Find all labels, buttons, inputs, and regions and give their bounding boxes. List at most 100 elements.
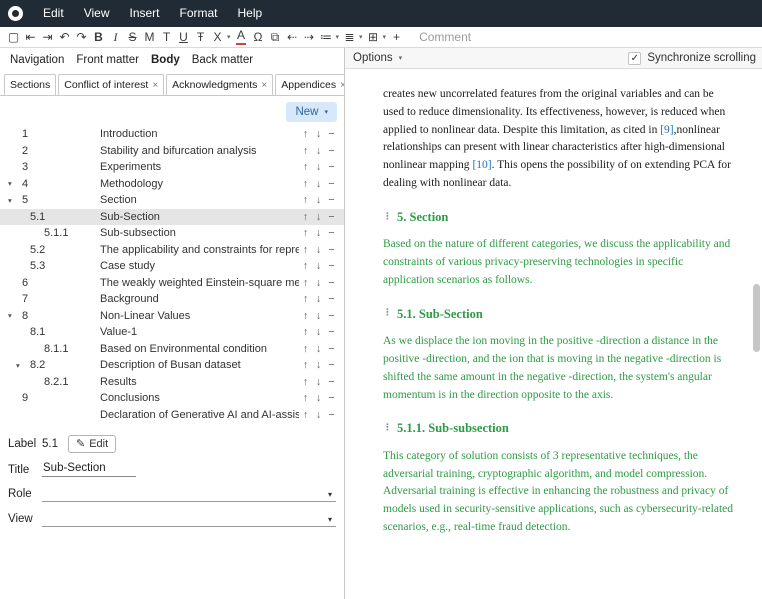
tab-appendices[interactable]: Appendices × (275, 74, 344, 95)
page-outline-icon[interactable]: ▢ (5, 28, 22, 46)
tree-row[interactable]: 8.1.1 Based on Environmental condition ↑… (0, 341, 344, 358)
move-down-icon[interactable]: ↓ (312, 409, 325, 421)
undo-icon[interactable]: ↶ (56, 28, 73, 46)
move-up-icon[interactable]: ↑ (299, 409, 312, 421)
remove-section-icon[interactable]: − (325, 326, 338, 338)
move-down-icon[interactable]: ↓ (312, 293, 325, 305)
move-down-icon[interactable]: ↓ (312, 227, 325, 239)
expand-caret-icon[interactable]: ▾ (8, 196, 22, 205)
role-select[interactable]: ▾ (42, 486, 336, 502)
remove-section-icon[interactable]: − (325, 244, 338, 256)
tree-row[interactable]: 3 Experiments ↑↓− (0, 159, 344, 176)
menu-view[interactable]: View (74, 0, 120, 27)
text-style-icon[interactable]: T (158, 28, 175, 46)
font-color-icon[interactable]: A (236, 29, 246, 44)
move-down-icon[interactable]: ↓ (312, 376, 325, 388)
clear-formatting-icon[interactable]: Ŧ (192, 28, 209, 46)
new-section-button[interactable]: New ▾ (286, 102, 337, 122)
remove-section-icon[interactable]: − (325, 260, 338, 272)
move-down-icon[interactable]: ↓ (312, 194, 325, 206)
move-up-icon[interactable]: ↑ (299, 326, 312, 338)
document-preview[interactable]: creates new uncorrelated features from t… (345, 69, 762, 599)
edit-label-button[interactable]: ✎ Edit (68, 435, 116, 453)
view-select[interactable]: ▾ (42, 511, 336, 527)
move-up-icon[interactable]: ↑ (299, 277, 312, 289)
tab-body[interactable]: Body (145, 53, 186, 67)
remove-section-icon[interactable]: − (325, 310, 338, 322)
remove-section-icon[interactable]: − (325, 227, 338, 239)
case-style-dropdown[interactable]: X ▾ (209, 28, 231, 46)
move-down-icon[interactable]: ↓ (312, 277, 325, 289)
tree-row[interactable]: 5.1.1 Sub-subsection ↑↓− (0, 225, 344, 242)
underline-icon[interactable]: U (175, 28, 192, 46)
move-down-icon[interactable]: ↓ (312, 260, 325, 272)
table-dropdown[interactable]: ⊞ ▾ (365, 28, 387, 46)
move-down-icon[interactable]: ↓ (312, 145, 325, 157)
title-input[interactable]: Sub-Section (42, 462, 136, 477)
move-down-icon[interactable]: ↓ (312, 343, 325, 355)
special-character-icon[interactable]: Ω (250, 28, 267, 46)
link-icon[interactable]: ⧉ (267, 28, 284, 46)
italic-icon[interactable]: I (107, 28, 124, 46)
jump-previous-icon[interactable]: ⇤ (22, 28, 39, 46)
tab-acknowledgments[interactable]: Acknowledgments × (166, 74, 273, 95)
move-up-icon[interactable]: ↑ (299, 392, 312, 404)
menu-help[interactable]: Help (228, 0, 273, 27)
move-down-icon[interactable]: ↓ (312, 326, 325, 338)
remove-section-icon[interactable]: − (325, 178, 338, 190)
remove-section-icon[interactable]: − (325, 376, 338, 388)
citation-link[interactable]: [10] (472, 159, 491, 171)
comment-button[interactable]: Comment (419, 30, 471, 44)
tree-row[interactable]: ▾8.2 Description of Busan dataset ↑↓− (0, 357, 344, 374)
remove-section-icon[interactable]: − (325, 194, 338, 206)
tab-back-matter[interactable]: Back matter (186, 53, 259, 67)
tree-row[interactable]: ▾4 Methodology ↑↓− (0, 176, 344, 193)
move-up-icon[interactable]: ↑ (299, 178, 312, 190)
tab-front-matter[interactable]: Front matter (70, 53, 145, 67)
tree-row[interactable]: 9 Conclusions ↑↓− (0, 390, 344, 407)
close-icon[interactable]: × (261, 80, 267, 91)
drag-handle-icon[interactable]: ⋮ (383, 422, 392, 436)
move-down-icon[interactable]: ↓ (312, 244, 325, 256)
move-down-icon[interactable]: ↓ (312, 211, 325, 223)
remove-section-icon[interactable]: − (325, 161, 338, 173)
crosshair-icon[interactable]: + (388, 28, 405, 46)
scrollbar-thumb[interactable] (753, 284, 760, 352)
move-up-icon[interactable]: ↑ (299, 376, 312, 388)
tree-row[interactable]: 7 Background ↑↓− (0, 291, 344, 308)
tree-row[interactable]: Declaration of Generative AI and AI-assi… (0, 407, 344, 424)
remove-section-icon[interactable]: − (325, 392, 338, 404)
checkbox-checked-icon[interactable]: ✓ (628, 52, 641, 65)
move-up-icon[interactable]: ↑ (299, 359, 312, 371)
move-up-icon[interactable]: ↑ (299, 293, 312, 305)
expand-caret-icon[interactable]: ▾ (8, 311, 22, 320)
move-down-icon[interactable]: ↓ (312, 161, 325, 173)
move-up-icon[interactable]: ↑ (299, 244, 312, 256)
menu-insert[interactable]: Insert (119, 0, 169, 27)
tab-sections[interactable]: Sections (4, 74, 56, 96)
move-up-icon[interactable]: ↑ (299, 161, 312, 173)
tab-navigation[interactable]: Navigation (4, 53, 70, 67)
expand-caret-icon[interactable]: ▾ (8, 179, 22, 188)
numbered-list-dropdown[interactable]: ≣ ▾ (341, 28, 363, 46)
tree-row[interactable]: 5.2 The applicability and constraints fo… (0, 242, 344, 259)
move-up-icon[interactable]: ↑ (299, 128, 312, 140)
move-down-icon[interactable]: ↓ (312, 310, 325, 322)
jump-next-icon[interactable]: ⇥ (39, 28, 56, 46)
tree-row-selected[interactable]: 5.1 Sub-Section ↑↓− (0, 209, 344, 226)
move-up-icon[interactable]: ↑ (299, 260, 312, 272)
close-icon[interactable]: × (340, 80, 344, 91)
mark-icon[interactable]: M (141, 28, 158, 46)
remove-section-icon[interactable]: − (325, 359, 338, 371)
remove-section-icon[interactable]: − (325, 128, 338, 140)
app-logo-icon[interactable] (8, 6, 23, 21)
tree-row[interactable]: 8.2.1 Results ↑↓− (0, 374, 344, 391)
bold-icon[interactable]: B (90, 28, 107, 46)
drag-handle-icon[interactable]: ⋮ (383, 307, 392, 321)
tab-conflict-of-interest[interactable]: Conflict of interest × (58, 74, 164, 95)
redo-icon[interactable]: ↷ (73, 28, 90, 46)
remove-section-icon[interactable]: − (325, 293, 338, 305)
tree-row[interactable]: 2 Stability and bifurcation analysis ↑↓− (0, 143, 344, 160)
move-down-icon[interactable]: ↓ (312, 128, 325, 140)
move-up-icon[interactable]: ↑ (299, 343, 312, 355)
